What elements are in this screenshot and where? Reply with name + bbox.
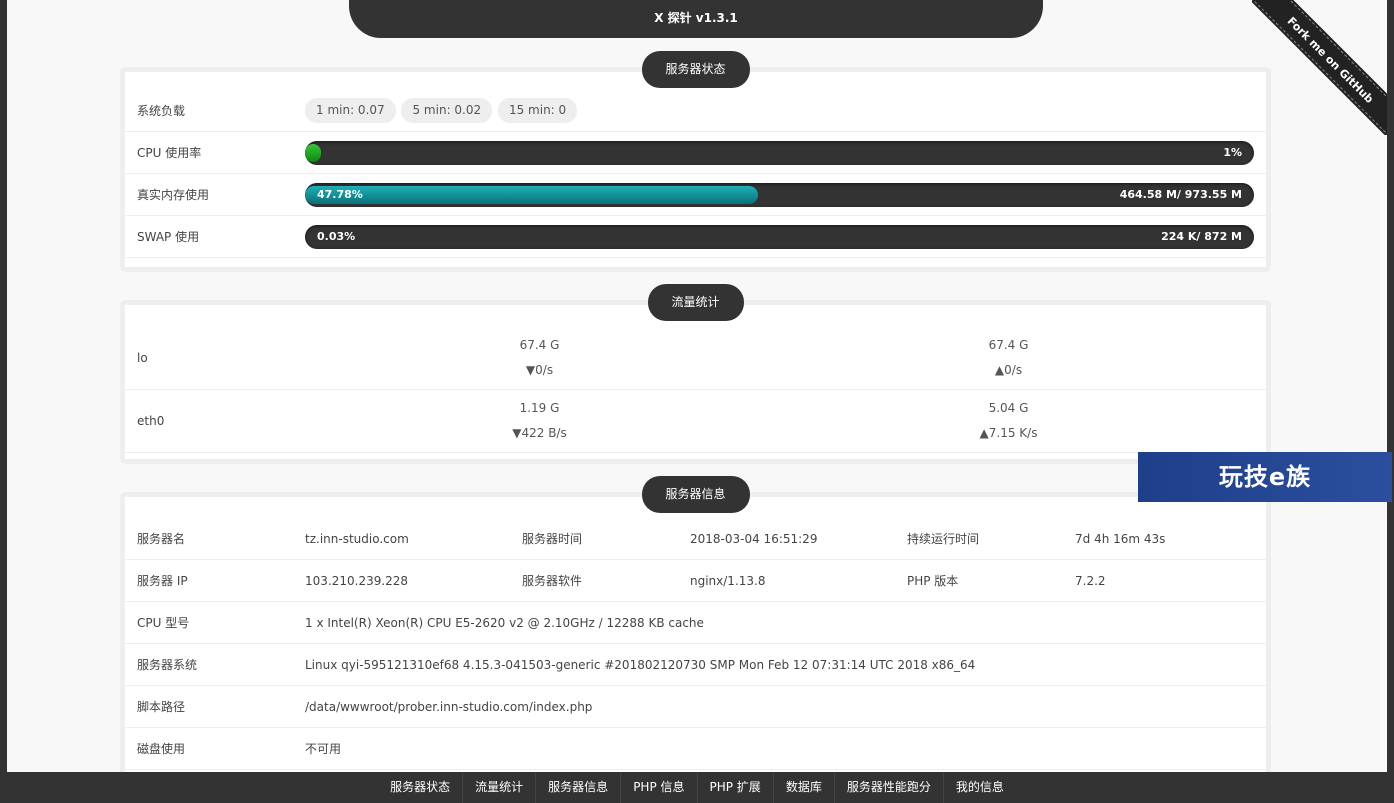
traffic-row: eth0 1.19 G ▼422 B/s 5.04 G ▲7.15 K/s — [125, 390, 1266, 453]
load-row: 系统负载 1 min: 0.07 5 min: 0.02 15 min: 0 — [125, 90, 1266, 132]
uptime-label: 持续运行时间 — [907, 532, 980, 546]
swap-progress-bar: 0.03% 224 K/ 872 M — [305, 224, 1254, 249]
tx-total: 67.4 G — [988, 338, 1029, 352]
server-status-title: 服务器状态 — [641, 51, 750, 88]
script-path-label: 脚本路径 — [137, 700, 186, 714]
cpu-model-label: CPU 型号 — [137, 616, 190, 630]
ip-label: 服务器 IP — [137, 574, 188, 588]
swap-label: SWAP 使用 — [137, 230, 200, 244]
nav-my-info[interactable]: 我的信息 — [944, 772, 1016, 803]
server-info-card: 服务器信息 服务器名 tz.inn-studio.com 服务器时间 2018-… — [120, 476, 1271, 792]
memory-progress-bar: 47.78% 464.58 M/ 973.55 M — [305, 182, 1254, 207]
ip-value: 103.210.239.228 — [305, 573, 409, 588]
php-version-value: 7.2.2 — [1075, 573, 1106, 588]
memory-row: 真实内存使用 47.78% 464.58 M/ 973.55 M — [125, 174, 1266, 216]
php-version-label: PHP 版本 — [907, 574, 959, 588]
uptime-value: 7d 4h 16m 43s — [1075, 531, 1166, 546]
github-ribbon-link[interactable]: Fork me on GitHub — [1252, 0, 1387, 135]
rx-rate: ▼0/s — [525, 363, 554, 377]
rx-total: 67.4 G — [519, 338, 560, 352]
rx-total: 1.19 G — [519, 401, 560, 415]
swap-usage: 224 K/ 872 M — [1161, 229, 1242, 243]
software-label: 服务器软件 — [522, 574, 583, 588]
tx-cell: 5.04 G ▲7.15 K/s — [774, 396, 1243, 446]
server-time-label: 服务器时间 — [522, 532, 583, 546]
load-5min: 5 min: 0.02 — [401, 98, 493, 123]
cpu-percent: 1% — [1223, 145, 1242, 159]
load-15min: 15 min: 0 — [497, 98, 578, 123]
tx-cell: 67.4 G ▲0/s — [774, 333, 1243, 383]
info-row-ip: 服务器 IP 103.210.239.228 服务器软件 nginx/1.13.… — [125, 560, 1266, 602]
watermark-logo: 玩技e族 — [1138, 452, 1392, 502]
rx-cell: 1.19 G ▼422 B/s — [305, 396, 774, 446]
script-path-value: /data/wwwroot/prober.inn-studio.com/inde… — [305, 699, 593, 714]
info-row-disk: 磁盘使用 不可用 — [125, 728, 1266, 770]
rx-rate: ▼422 B/s — [512, 426, 567, 440]
memory-progress-fill — [305, 185, 759, 204]
interface-name: eth0 — [137, 414, 165, 428]
nav-php-extensions[interactable]: PHP 扩展 — [698, 772, 774, 803]
load-values: 1 min: 0.07 5 min: 0.02 15 min: 0 — [305, 98, 1266, 123]
bottom-nav: 服务器状态 流量统计 服务器信息 PHP 信息 PHP 扩展 数据库 服务器性能… — [0, 772, 1394, 803]
cpu-progress-fill — [305, 143, 321, 162]
disk-usage-label: 磁盘使用 — [137, 742, 186, 756]
tx-rate: ▲7.15 K/s — [979, 426, 1038, 440]
os-label: 服务器系统 — [137, 658, 198, 672]
tx-rate: ▲0/s — [994, 363, 1023, 377]
server-status-card: 服务器状态 系统负载 1 min: 0.07 5 min: 0.02 15 mi… — [120, 51, 1271, 272]
memory-label: 真实内存使用 — [137, 188, 210, 202]
info-row-path: 脚本路径 /data/wwwroot/prober.inn-studio.com… — [125, 686, 1266, 728]
app-title: X 探针 v1.3.1 — [349, 0, 1043, 38]
info-row-cpu: CPU 型号 1 x Intel(R) Xeon(R) CPU E5-2620 … — [125, 602, 1266, 644]
traffic-title: 流量统计 — [647, 284, 744, 321]
nav-server-info[interactable]: 服务器信息 — [536, 772, 622, 803]
cpu-progress-bar: 1% — [305, 140, 1254, 165]
cpu-row: CPU 使用率 1% — [125, 132, 1266, 174]
tx-total: 5.04 G — [988, 401, 1029, 415]
rx-cell: 67.4 G ▼0/s — [305, 333, 774, 383]
os-value: Linux qyi-595121310ef68 4.15.3-041503-ge… — [305, 657, 976, 672]
traffic-card: 流量统计 lo 67.4 G ▼0/s 67.4 G ▲0/s eth0 1.1… — [120, 284, 1271, 464]
page: X 探针 v1.3.1 Fork me on GitHub 服务器状态 系统负载… — [7, 0, 1387, 803]
nav-server-status[interactable]: 服务器状态 — [378, 772, 464, 803]
load-1min: 1 min: 0.07 — [305, 98, 396, 123]
nav-benchmark[interactable]: 服务器性能跑分 — [835, 772, 944, 803]
cpu-label: CPU 使用率 — [137, 146, 202, 160]
nav-traffic[interactable]: 流量统计 — [463, 772, 537, 803]
server-name-label: 服务器名 — [137, 532, 186, 546]
memory-percent: 47.78% — [317, 187, 363, 201]
memory-usage: 464.58 M/ 973.55 M — [1119, 187, 1242, 201]
nav-php-info[interactable]: PHP 信息 — [621, 772, 698, 803]
interface-name: lo — [137, 351, 148, 365]
swap-row: SWAP 使用 0.03% 224 K/ 872 M — [125, 216, 1266, 258]
traffic-row: lo 67.4 G ▼0/s 67.4 G ▲0/s — [125, 327, 1266, 390]
nav-database[interactable]: 数据库 — [774, 772, 835, 803]
github-ribbon-wrap: Fork me on GitHub — [1252, 0, 1387, 135]
load-label: 系统负载 — [137, 104, 186, 118]
cpu-model-value: 1 x Intel(R) Xeon(R) CPU E5-2620 v2 @ 2.… — [305, 615, 704, 630]
software-value: nginx/1.13.8 — [690, 573, 766, 588]
info-row-name: 服务器名 tz.inn-studio.com 服务器时间 2018-03-04 … — [125, 518, 1266, 560]
server-time-value: 2018-03-04 16:51:29 — [690, 531, 818, 546]
server-info-title: 服务器信息 — [641, 476, 750, 513]
disk-usage-value: 不可用 — [305, 742, 342, 756]
info-row-os: 服务器系统 Linux qyi-595121310ef68 4.15.3-041… — [125, 644, 1266, 686]
swap-percent: 0.03% — [317, 229, 356, 243]
server-name-value: tz.inn-studio.com — [305, 531, 409, 546]
